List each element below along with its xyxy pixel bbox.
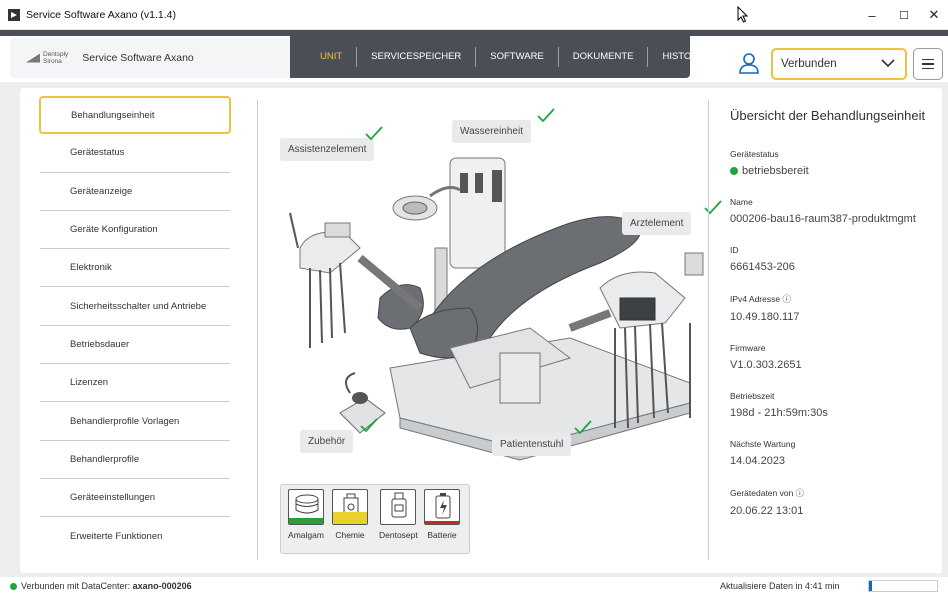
check-assistenzelement-icon	[365, 126, 383, 140]
ipv4-address: 10.49.180.117	[730, 311, 800, 323]
callout-zubehoer[interactable]: Zubehör	[300, 430, 354, 453]
minimize-button[interactable]: –	[854, 0, 890, 30]
close-button[interactable]: ✕	[916, 0, 948, 30]
chemie-icon	[332, 489, 368, 525]
sidebar-item-geraeteanzeige[interactable]: Geräteanzeige	[40, 173, 230, 211]
hamburger-menu-button[interactable]	[913, 48, 943, 80]
device-id: 6661453-206	[730, 261, 795, 273]
window-title: Service Software Axano (v1.1.4)	[26, 8, 176, 21]
datacenter-connection: Verbunden mit DataCenter: axano-000206	[10, 581, 192, 591]
sidebar-item-behandlerprofile[interactable]: Behandlerprofile	[40, 441, 230, 479]
uptime-value: 198d - 21h:59m:30s	[730, 407, 828, 419]
callout-assistenzelement[interactable]: Assistenzelement	[280, 138, 375, 161]
sidebar-item-erweiterte-funktionen[interactable]: Erweiterte Funktionen	[40, 517, 230, 555]
check-arztelement-icon	[704, 200, 722, 214]
status-dot-icon	[730, 167, 738, 175]
dentosept-icon	[380, 489, 416, 525]
check-zubehoer-icon	[360, 418, 378, 432]
connection-dot-icon	[10, 583, 17, 590]
overview-title: Übersicht der Behandlungseinheit	[730, 108, 926, 123]
device-name: 000206-bau16-raum387-produktmgmt	[730, 213, 916, 225]
supply-chemie[interactable]: Chemie	[331, 489, 369, 540]
check-wassereinheit-icon	[537, 108, 555, 122]
chevron-down-icon	[881, 59, 895, 68]
sidebar-item-behandlerprofile-vorlagen[interactable]: Behandlerprofile Vorlagen	[40, 402, 230, 441]
sidebar-item-geraetestatus[interactable]: Gerätestatus	[40, 134, 230, 173]
window-titlebar: Service Software Axano (v1.1.4) – ☐ ✕	[0, 0, 948, 30]
callout-arztelement[interactable]: Arztelement	[622, 212, 692, 235]
tab-unit[interactable]: UNIT	[306, 47, 358, 67]
supply-batterie[interactable]: Batterie	[423, 489, 461, 540]
supply-amalgam[interactable]: Amalgam	[287, 489, 325, 540]
unit-overview: Übersicht der Behandlungseinheit Gerätes…	[730, 108, 940, 537]
brand-bar: Dentsply Sirona Service Software Axano	[10, 38, 290, 78]
sidebar-item-geraeteeinstellungen[interactable]: Geräteeinstellungen	[40, 479, 230, 518]
device-status: betriebsbereit	[730, 165, 940, 177]
user-icon[interactable]	[738, 52, 760, 74]
callout-wassereinheit[interactable]: Wassereinheit	[452, 120, 531, 143]
main-panel: Behandlungseinheit Gerätestatus Gerätean…	[20, 88, 942, 573]
amalgam-icon	[288, 489, 324, 525]
device-data-label[interactable]: Gerätedaten von ⓘ	[730, 487, 940, 499]
tab-history[interactable]: HISTORY	[648, 47, 718, 67]
app-icon	[8, 8, 20, 21]
supply-status-panel: Amalgam Chemie Dentosept Batterie	[280, 484, 470, 554]
sidebar-item-elektronik[interactable]: Elektronik	[40, 249, 230, 288]
app-name: Service Software Axano	[82, 52, 194, 64]
tab-dokumente[interactable]: DOKUMENTE	[559, 47, 649, 67]
main-tabs: UNIT SERVICESPEICHER SOFTWARE DOKUMENTE …	[290, 36, 704, 78]
batterie-icon	[424, 489, 460, 525]
connection-dropdown[interactable]: Verbunden	[771, 48, 907, 80]
sidebar-item-behandlungseinheit[interactable]: Behandlungseinheit	[39, 96, 231, 135]
sidebar-item-lizenzen[interactable]: Lizenzen	[40, 364, 230, 403]
refresh-countdown: Aktualisiere Daten in 4:41 min	[720, 581, 840, 591]
ipv4-label[interactable]: IPv4 Adresse ⓘ	[730, 293, 940, 305]
refresh-progress-bar	[868, 580, 938, 592]
supply-dentosept[interactable]: Dentosept	[379, 489, 418, 540]
check-patientenstuhl-icon	[574, 420, 592, 434]
next-maintenance: 14.04.2023	[730, 455, 786, 467]
status-bar: Verbunden mit DataCenter: axano-000206 A…	[0, 577, 948, 596]
tab-servicespeicher[interactable]: SERVICESPEICHER	[357, 47, 477, 67]
dentsply-sirona-logo: Dentsply Sirona	[26, 51, 68, 65]
sidebar-item-sicherheitsschalter[interactable]: Sicherheitsschalter und Antriebe	[40, 287, 230, 326]
sidebar-item-betriebsdauer[interactable]: Betriebsdauer	[40, 326, 230, 365]
tab-software[interactable]: SOFTWARE	[476, 47, 559, 67]
firmware-version: V1.0.303.2651	[730, 359, 802, 371]
callout-patientenstuhl[interactable]: Patientenstuhl	[492, 433, 572, 456]
sidebar-item-geraete-konfiguration[interactable]: Geräte Konfiguration	[40, 211, 230, 250]
device-data-date: 20.06.22 13:01	[730, 505, 804, 517]
sidebar: Behandlungseinheit Gerätestatus Gerätean…	[39, 96, 231, 556]
connection-value: Verbunden	[781, 58, 837, 70]
mouse-cursor-icon	[737, 6, 749, 23]
